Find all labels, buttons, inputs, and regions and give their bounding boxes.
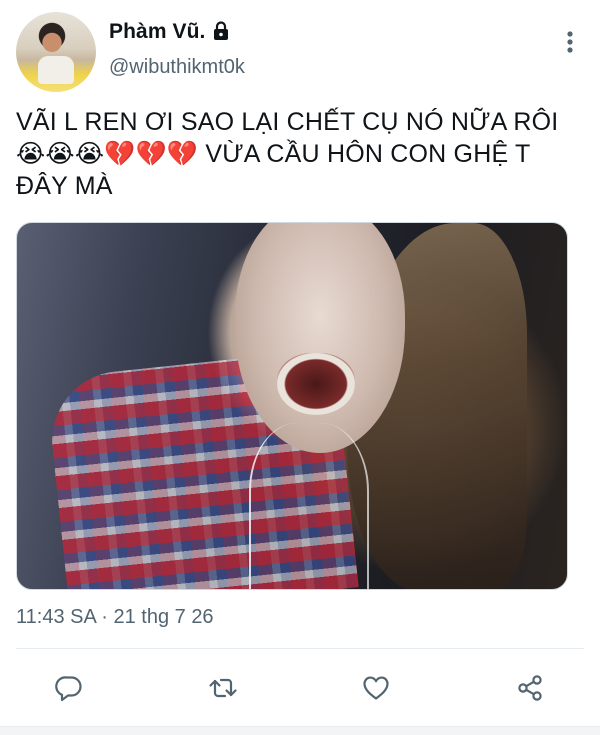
like-icon[interactable] xyxy=(358,670,394,706)
reply-icon[interactable] xyxy=(51,670,87,706)
more-vertical-icon[interactable] xyxy=(560,28,580,56)
user-handle[interactable]: @wibuthikmt0k xyxy=(109,56,245,79)
share-icon[interactable] xyxy=(512,670,548,706)
name-row: Phàm Vũ. xyxy=(109,20,230,44)
tweet-header: Phàm Vũ. @wibuthikmt0k xyxy=(16,12,584,94)
bottom-border xyxy=(0,726,600,735)
avatar[interactable] xyxy=(16,12,96,92)
tweet-text: VÃI L REN ƠI SAO LẠI CHẾT CỤ NÓ NỮA RÔI … xyxy=(16,106,584,202)
tweet-text-line: VÃI L REN ƠI SAO LẠI CHẾT CỤ NÓ NỮA RÔI xyxy=(16,108,559,136)
lock-icon xyxy=(212,21,230,41)
avatar-figure xyxy=(38,56,74,84)
photo-earphone-cable xyxy=(249,423,369,589)
display-name[interactable]: Phàm Vũ. xyxy=(109,20,206,44)
tweet-text-line: ĐÂY MÀ xyxy=(16,172,113,200)
photo-mouth xyxy=(277,353,355,415)
tweet-photo[interactable] xyxy=(16,222,568,590)
divider xyxy=(16,648,584,649)
tweet-timestamp[interactable]: 11:43 SA · 21 thg 7 26 xyxy=(16,606,214,629)
retweet-icon[interactable] xyxy=(205,670,241,706)
action-bar xyxy=(0,662,600,712)
tweet-text-line: 😭😭😭💔💔💔 VỪA CẦU HÔN CON GHỆ T xyxy=(16,140,531,168)
